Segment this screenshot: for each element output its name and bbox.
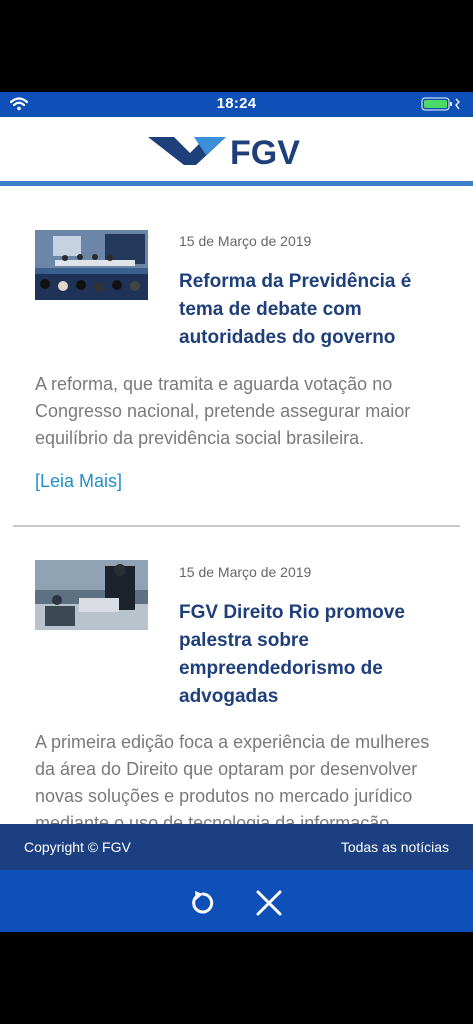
logo-text: FGV [230, 134, 300, 169]
reload-icon[interactable] [188, 888, 218, 918]
bottom-toolbar [0, 870, 473, 932]
battery-icon [421, 97, 460, 111]
article-date: 15 de Março de 2019 [179, 233, 312, 249]
article-title[interactable]: FGV Direito Rio promove palestra sobre e… [179, 599, 429, 711]
news-list[interactable]: 15 de Março de 2019 Reforma da Previdênc… [0, 186, 473, 824]
all-news-link[interactable]: Todas as notícias [341, 839, 449, 855]
article-date: 15 de Março de 2019 [179, 564, 312, 580]
footer: Copyright © FGV Todas as notícias [0, 824, 473, 870]
status-bar: 18:24 [0, 92, 473, 117]
article-excerpt: A primeira edição foca a experiência de … [35, 732, 430, 824]
copyright-text: Copyright © FGV [24, 839, 131, 855]
article-title[interactable]: Reforma da Previdência é tema de debate … [179, 268, 429, 352]
fgv-logo: FGV [148, 134, 300, 169]
article-thumbnail[interactable] [35, 560, 148, 630]
read-more-link[interactable]: [Leia Mais] [35, 471, 122, 492]
close-icon[interactable] [254, 888, 284, 918]
status-time: 18:24 [216, 95, 257, 112]
article-excerpt: A reforma, que tramita e aguarda votação… [35, 374, 411, 448]
article-thumbnail[interactable] [35, 230, 148, 300]
article-divider [13, 525, 460, 527]
